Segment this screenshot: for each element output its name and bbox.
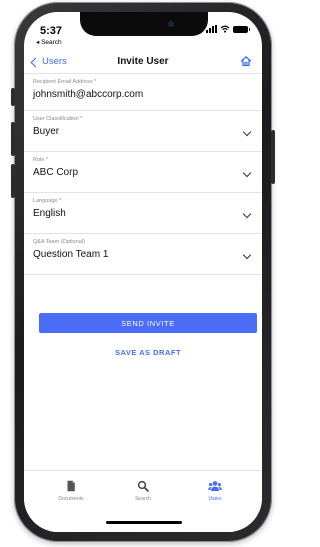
status-time: 5:37 xyxy=(40,25,63,37)
email-field-label: Recipient Email Address * xyxy=(33,79,97,85)
email-field[interactable]: Recipient Email Address * johnsmith@abcc… xyxy=(24,74,262,111)
tab-documents-label: Documents xyxy=(58,496,84,502)
status-bar: 5:37 ◂ Search xyxy=(24,12,262,52)
tab-search-label: Search xyxy=(135,496,151,502)
power-button xyxy=(271,130,275,184)
mute-switch xyxy=(11,88,15,106)
language-label: Language * xyxy=(33,198,62,204)
wifi-icon xyxy=(220,25,230,33)
home-icon[interactable] xyxy=(240,55,252,67)
chevron-left-icon xyxy=(30,57,41,67)
tab-users[interactable]: Users xyxy=(180,480,250,502)
tab-users-label: Users xyxy=(208,496,222,502)
qa-team-label: Q&A Team (Optional) xyxy=(33,239,85,245)
language-value: English xyxy=(33,208,66,219)
language-select[interactable]: Language * English xyxy=(24,193,262,234)
user-classification-select[interactable]: User Classification * Buyer xyxy=(24,111,262,152)
document-icon xyxy=(67,480,75,492)
back-button[interactable]: Users xyxy=(30,56,67,67)
role-value: ABC Corp xyxy=(33,167,79,178)
users-icon xyxy=(208,481,222,491)
battery-icon xyxy=(233,25,250,33)
signal-icon xyxy=(206,25,217,33)
user-classification-value: Buyer xyxy=(33,126,60,137)
nav-bar: Users Invite User xyxy=(24,52,262,74)
tab-documents[interactable]: Documents xyxy=(36,480,106,502)
send-invite-button[interactable]: SEND INVITE xyxy=(39,313,257,333)
tab-search[interactable]: Search xyxy=(108,480,178,502)
qa-team-value: Question Team 1 xyxy=(33,249,109,260)
search-icon xyxy=(137,480,149,492)
email-field-value: johnsmith@abccorp.com xyxy=(33,89,144,100)
role-label: Role * xyxy=(33,157,48,163)
camera-dot xyxy=(168,21,174,27)
home-indicator[interactable] xyxy=(106,521,182,524)
back-button-label: Users xyxy=(42,56,67,67)
invite-user-form: Recipient Email Address * johnsmith@abcc… xyxy=(24,74,262,275)
volume-up-button xyxy=(11,122,15,156)
back-to-app-link[interactable]: ◂ Search xyxy=(36,38,62,46)
phone-screen: 5:37 ◂ Search Users Invite User Recipien… xyxy=(24,12,262,532)
save-as-draft-button[interactable]: SAVE AS DRAFT xyxy=(39,343,257,361)
user-classification-label: User Classification * xyxy=(33,116,83,122)
tab-bar: Documents Search Users xyxy=(24,470,262,532)
qa-team-select[interactable]: Q&A Team (Optional) Question Team 1 xyxy=(24,234,262,275)
volume-down-button xyxy=(11,164,15,198)
notch xyxy=(80,12,208,36)
role-select[interactable]: Role * ABC Corp xyxy=(24,152,262,193)
status-icons xyxy=(206,25,250,33)
